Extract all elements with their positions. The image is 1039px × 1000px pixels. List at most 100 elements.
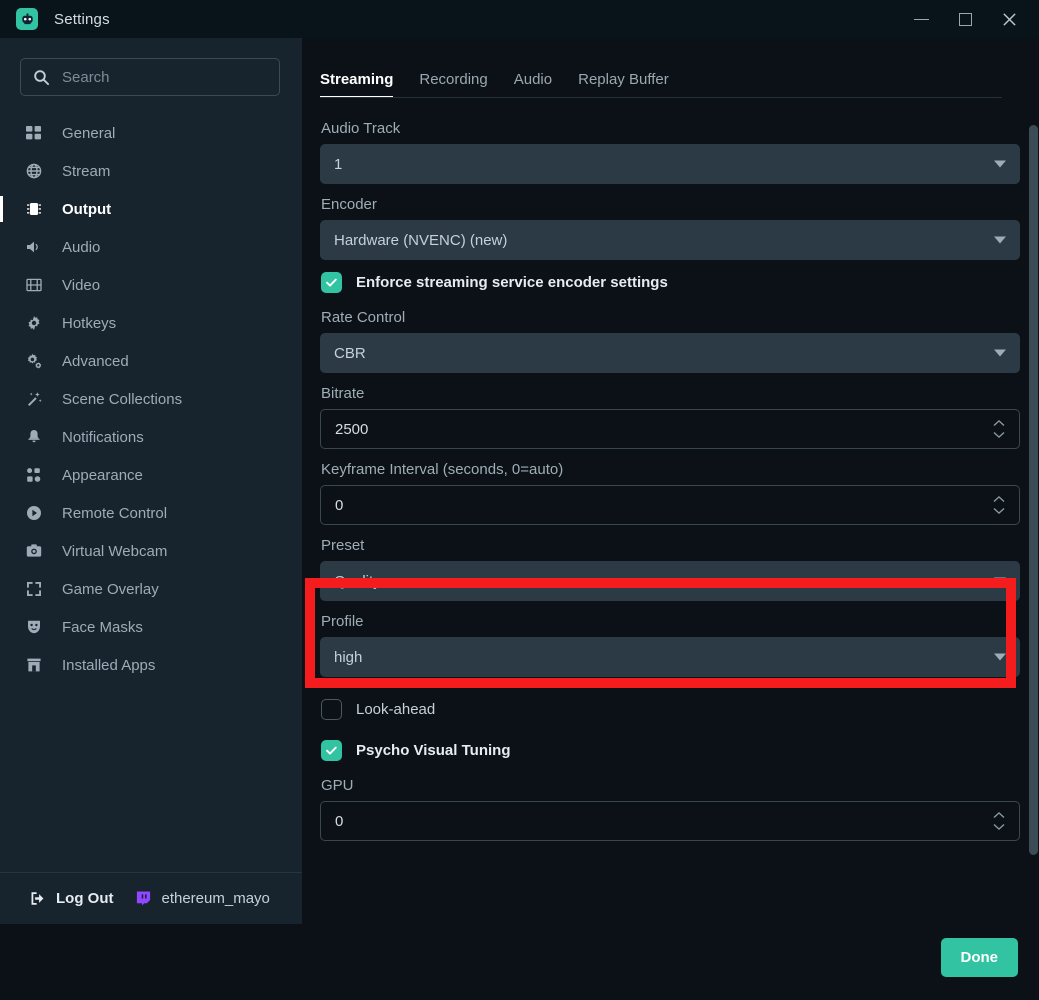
globe-icon: [26, 162, 48, 180]
encoder-label: Encoder: [321, 196, 377, 213]
sidebar-item-face-masks[interactable]: Face Masks: [0, 608, 302, 646]
bitrate-input[interactable]: 2500: [320, 409, 1020, 449]
sidebar-item-label: Virtual Webcam: [62, 542, 168, 560]
field-encoder: Encoder Hardware (NVENC) (new): [320, 184, 1020, 260]
minimize-button[interactable]: [899, 0, 943, 38]
sidebar-item-general[interactable]: General: [0, 114, 302, 152]
profile-label: Profile: [321, 613, 364, 630]
speaker-icon: [26, 238, 48, 256]
appearance-icon: [26, 466, 48, 484]
encoder-select[interactable]: Hardware (NVENC) (new): [320, 220, 1020, 260]
gpu-value: 0: [335, 812, 344, 830]
spinner-arrows[interactable]: [993, 495, 1005, 515]
store-icon: [26, 656, 48, 674]
chevron-down-icon: [994, 577, 1006, 585]
field-psycho-visual[interactable]: Psycho Visual Tuning: [320, 724, 1020, 765]
spinner-arrows[interactable]: [993, 419, 1005, 439]
audio-track-label: Audio Track: [321, 120, 401, 137]
wand-icon: [26, 390, 48, 408]
gpu-input[interactable]: 0: [320, 801, 1020, 841]
bitrate-value: 2500: [335, 420, 369, 438]
maximize-icon: [958, 12, 972, 26]
window-controls: [899, 0, 1039, 38]
check-icon: [326, 746, 337, 755]
gear-icon: [26, 314, 48, 332]
log-out-button[interactable]: Log Out: [30, 890, 113, 907]
close-icon: [1002, 12, 1016, 26]
sidebar-item-advanced[interactable]: Advanced: [0, 342, 302, 380]
sidebar-item-hotkeys[interactable]: Hotkeys: [0, 304, 302, 342]
enforce-encoder-label: Enforce streaming service encoder settin…: [356, 274, 668, 291]
sidebar-item-video[interactable]: Video: [0, 266, 302, 304]
account-info[interactable]: ethereum_mayo: [135, 890, 270, 907]
sidebar-item-label: Video: [62, 276, 101, 294]
audio-track-select[interactable]: 1: [320, 144, 1020, 184]
mask-icon: [26, 618, 48, 636]
done-button[interactable]: Done: [940, 938, 1018, 977]
sidebar-item-label: Advanced: [62, 352, 129, 370]
check-icon: [326, 278, 337, 287]
gears-icon: [26, 352, 48, 370]
sidebar-item-installed-apps[interactable]: Installed Apps: [0, 646, 302, 684]
tab-bar: Streaming Recording Audio Replay Buffer: [320, 52, 695, 98]
field-enforce-encoder[interactable]: Enforce streaming service encoder settin…: [320, 260, 1020, 297]
sidebar-item-label: General: [62, 124, 116, 142]
sidebar-nav: General Stream Output Audio Video Hotkey…: [0, 114, 302, 684]
maximize-button[interactable]: [943, 0, 987, 38]
look-ahead-checkbox[interactable]: [321, 699, 342, 720]
preset-label: Preset: [321, 537, 365, 554]
scrollbar-thumb[interactable]: [1029, 125, 1038, 855]
chevron-up-icon: [993, 419, 1005, 427]
sidebar-item-virtual-webcam[interactable]: Virtual Webcam: [0, 532, 302, 570]
bell-icon: [26, 428, 48, 446]
tab-recording[interactable]: Recording: [419, 71, 487, 98]
spinner-arrows[interactable]: [993, 811, 1005, 831]
sidebar-item-label: Hotkeys: [62, 314, 117, 332]
tab-replay-buffer[interactable]: Replay Buffer: [578, 71, 669, 98]
sidebar-item-label: Game Overlay: [62, 580, 159, 598]
rate-control-select[interactable]: CBR: [320, 333, 1020, 373]
sidebar-item-output[interactable]: Output: [0, 190, 302, 228]
search-input[interactable]: [62, 68, 267, 86]
sidebar-item-remote-control[interactable]: Remote Control: [0, 494, 302, 532]
sidebar-item-scene-collections[interactable]: Scene Collections: [0, 380, 302, 418]
search-box[interactable]: [20, 58, 280, 96]
field-preset: Preset Quality: [320, 525, 1020, 601]
psycho-visual-label: Psycho Visual Tuning: [356, 742, 511, 759]
chevron-down-icon: [993, 507, 1005, 515]
audio-track-value: 1: [334, 155, 343, 173]
streamlabs-logo-icon: [16, 8, 38, 30]
twitch-icon: [135, 890, 152, 907]
psycho-visual-checkbox[interactable]: [321, 740, 342, 761]
keyframe-interval-value: 0: [335, 496, 344, 514]
sidebar-item-game-overlay[interactable]: Game Overlay: [0, 570, 302, 608]
rate-control-label: Rate Control: [321, 309, 406, 326]
sidebar-footer: Log Out ethereum_mayo: [0, 872, 302, 924]
chevron-up-icon: [993, 495, 1005, 503]
close-button[interactable]: [987, 0, 1031, 38]
logout-icon: [30, 890, 47, 907]
output-settings-form: Audio Track 1 Encoder Hardware (NVENC) (…: [320, 108, 1020, 841]
keyframe-interval-input[interactable]: 0: [320, 485, 1020, 525]
sidebar-item-label: Stream: [62, 162, 111, 180]
settings-window: Settings Search General Stream Output Au…: [0, 0, 1039, 1000]
enforce-encoder-checkbox[interactable]: [321, 272, 342, 293]
chevron-down-icon: [993, 823, 1005, 831]
profile-select[interactable]: high: [320, 637, 1020, 677]
field-look-ahead[interactable]: Look-ahead: [320, 677, 1020, 724]
sidebar-item-notifications[interactable]: Notifications: [0, 418, 302, 456]
sidebar-item-audio[interactable]: Audio: [0, 228, 302, 266]
field-profile: Profile high: [320, 601, 1020, 677]
chevron-down-icon: [994, 349, 1006, 357]
tab-audio[interactable]: Audio: [514, 71, 552, 98]
title-bar: Settings: [0, 0, 1039, 38]
sidebar-item-label: Appearance: [62, 466, 143, 484]
look-ahead-label: Look-ahead: [356, 701, 436, 718]
tab-streaming[interactable]: Streaming: [320, 71, 394, 98]
chevron-down-icon: [994, 653, 1006, 661]
sidebar-item-label: Scene Collections: [62, 390, 183, 408]
sidebar-item-stream[interactable]: Stream: [0, 152, 302, 190]
preset-select[interactable]: Quality: [320, 561, 1020, 601]
field-gpu: GPU 0: [320, 765, 1020, 841]
sidebar-item-appearance[interactable]: Appearance: [0, 456, 302, 494]
